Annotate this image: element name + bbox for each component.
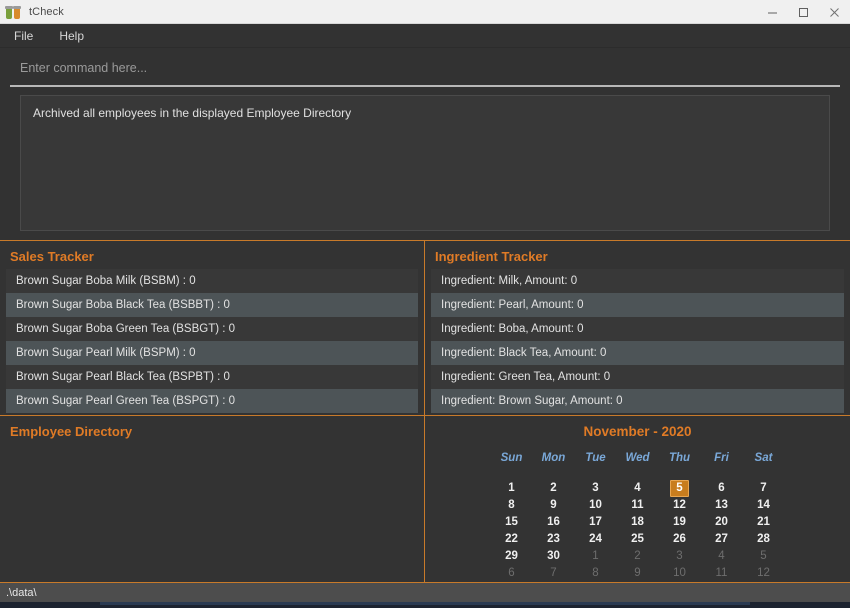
calendar-day[interactable]: 4 bbox=[701, 548, 743, 565]
menu-item-help[interactable]: Help bbox=[55, 27, 88, 45]
menu-item-file[interactable]: File bbox=[10, 27, 37, 45]
calendar-day[interactable]: 28 bbox=[743, 531, 785, 548]
title-bar-left: tCheck bbox=[0, 5, 64, 19]
list-item[interactable]: Brown Sugar Pearl Milk (BSPM) : 0 bbox=[6, 341, 418, 365]
calendar-day[interactable]: 14 bbox=[743, 497, 785, 514]
calendar-day[interactable]: 4 bbox=[617, 480, 659, 497]
calendar-day[interactable]: 21 bbox=[743, 514, 785, 531]
tracker-row: Sales Tracker Brown Sugar Boba Milk (BSB… bbox=[0, 241, 850, 415]
calendar-day[interactable]: 8 bbox=[491, 497, 533, 514]
calendar-day-header: Wed bbox=[625, 452, 650, 464]
desktop-taskbar bbox=[0, 602, 850, 608]
list-item[interactable]: Brown Sugar Pearl Green Tea (BSPGT) : 0 bbox=[6, 389, 418, 413]
calendar-day[interactable]: 9 bbox=[617, 565, 659, 582]
maximize-icon[interactable] bbox=[788, 0, 819, 24]
ingredient-tracker-title: Ingredient Tracker bbox=[435, 249, 548, 264]
calendar-day[interactable]: 3 bbox=[575, 480, 617, 497]
calendar-day[interactable]: 1 bbox=[575, 548, 617, 565]
calendar-day[interactable]: 29 bbox=[491, 548, 533, 565]
employee-directory-list[interactable] bbox=[0, 444, 424, 582]
calendar-day[interactable]: 25 bbox=[617, 531, 659, 548]
calendar-day[interactable]: 27 bbox=[701, 531, 743, 548]
calendar-day[interactable]: 19 bbox=[659, 514, 701, 531]
calendar-day[interactable]: 17 bbox=[575, 514, 617, 531]
taskbar-highlight bbox=[100, 602, 750, 605]
calendar-day[interactable]: 6 bbox=[491, 565, 533, 582]
result-text: Archived all employees in the displayed … bbox=[33, 106, 352, 120]
window-controls bbox=[757, 0, 850, 24]
sales-tracker-list[interactable]: Brown Sugar Boba Milk (BSBM) : 0 Brown Su… bbox=[0, 269, 424, 415]
calendar-day[interactable]: 22 bbox=[491, 531, 533, 548]
list-item[interactable]: Ingredient: Milk, Amount: 0 bbox=[431, 269, 844, 293]
panels-container: Sales Tracker Brown Sugar Boba Milk (BSB… bbox=[0, 240, 850, 582]
command-input[interactable] bbox=[10, 58, 840, 79]
calendar-day[interactable]: 11 bbox=[701, 565, 743, 582]
calendar-day-header: Sat bbox=[754, 452, 773, 464]
sales-tracker-title: Sales Tracker bbox=[10, 249, 94, 264]
calendar-day-header: Sun bbox=[500, 452, 523, 464]
calendar-day[interactable]: 15 bbox=[491, 514, 533, 531]
ingredient-tracker-list[interactable]: Ingredient: Milk, Amount: 0 Ingredient: P… bbox=[425, 269, 850, 415]
status-bar: .\data\ bbox=[0, 582, 850, 602]
calendar-day[interactable]: 10 bbox=[659, 565, 701, 582]
minimize-icon[interactable] bbox=[757, 0, 788, 24]
calendar-day-header: Mon bbox=[541, 452, 566, 464]
calendar-day[interactable]: 20 bbox=[701, 514, 743, 531]
list-item[interactable]: Ingredient: Black Tea, Amount: 0 bbox=[431, 341, 844, 365]
employee-directory-panel: Employee Directory bbox=[0, 416, 425, 582]
calendar-day[interactable]: 12 bbox=[659, 497, 701, 514]
directory-calendar-row: Employee Directory November - 2020 Sun Mo… bbox=[0, 415, 850, 582]
menu-bar: File Help bbox=[0, 24, 850, 48]
close-icon[interactable] bbox=[819, 0, 850, 24]
calendar-panel: November - 2020 Sun Mon Tue Wed Thu Fri Sat 1 2 3… bbox=[425, 416, 850, 582]
calendar-day[interactable]: 26 bbox=[659, 531, 701, 548]
boba-cups-icon bbox=[5, 5, 22, 19]
calendar-day[interactable]: 2 bbox=[617, 548, 659, 565]
calendar-grid[interactable]: Sun Mon Tue Wed Thu Fri Sat 1 2 3 4 5 6 7 8 9 10 11 12 13 14… bbox=[491, 452, 785, 582]
list-item[interactable]: Brown Sugar Boba Black Tea (BSBBT) : 0 bbox=[6, 293, 418, 317]
calendar-day[interactable]: 7 bbox=[533, 565, 575, 582]
calendar-day[interactable]: 23 bbox=[533, 531, 575, 548]
calendar-day[interactable]: 16 bbox=[533, 514, 575, 531]
calendar-day-header: Thu bbox=[668, 452, 691, 464]
window-title: tCheck bbox=[29, 5, 64, 18]
calendar-day[interactable]: 1 bbox=[491, 480, 533, 497]
calendar-day[interactable]: 30 bbox=[533, 548, 575, 565]
calendar-day[interactable]: 11 bbox=[617, 497, 659, 514]
command-area: Archived all employees in the displayed … bbox=[0, 48, 850, 231]
employee-directory-title: Employee Directory bbox=[10, 424, 133, 439]
calendar-day[interactable]: 8 bbox=[575, 565, 617, 582]
calendar-day-header: Fri bbox=[714, 452, 729, 464]
list-item[interactable]: Ingredient: Boba, Amount: 0 bbox=[431, 317, 844, 341]
calendar-day[interactable]: 3 bbox=[659, 548, 701, 565]
calendar-day[interactable]: 5 bbox=[743, 548, 785, 565]
calendar-day[interactable]: 6 bbox=[701, 480, 743, 497]
calendar-day[interactable]: 12 bbox=[743, 565, 785, 582]
calendar-day[interactable]: 2 bbox=[533, 480, 575, 497]
sales-tracker-panel: Sales Tracker Brown Sugar Boba Milk (BSB… bbox=[0, 241, 425, 415]
command-input-wrapper bbox=[10, 56, 840, 87]
list-item[interactable]: Ingredient: Green Tea, Amount: 0 bbox=[431, 365, 844, 389]
calendar-day[interactable]: 9 bbox=[533, 497, 575, 514]
calendar-day-selected[interactable]: 5 bbox=[659, 480, 701, 497]
status-bar-path: .\data\ bbox=[6, 586, 37, 599]
ingredient-tracker-panel: Ingredient Tracker Ingredient: Milk, Amo… bbox=[425, 241, 850, 415]
list-item[interactable]: Brown Sugar Boba Milk (BSBM) : 0 bbox=[6, 269, 418, 293]
calendar: November - 2020 Sun Mon Tue Wed Thu Fri Sat 1 2 3… bbox=[425, 416, 850, 582]
calendar-day[interactable]: 18 bbox=[617, 514, 659, 531]
calendar-day[interactable]: 13 bbox=[701, 497, 743, 514]
calendar-title: November - 2020 bbox=[583, 424, 692, 439]
list-item[interactable]: Brown Sugar Boba Green Tea (BSBGT) : 0 bbox=[6, 317, 418, 341]
list-item[interactable]: Ingredient: Pearl, Amount: 0 bbox=[431, 293, 844, 317]
calendar-day-header: Tue bbox=[585, 452, 606, 464]
result-display-box: Archived all employees in the displayed … bbox=[20, 95, 830, 231]
calendar-day[interactable]: 24 bbox=[575, 531, 617, 548]
calendar-day[interactable]: 10 bbox=[575, 497, 617, 514]
application-window: tCheck File Help Archived all employees … bbox=[0, 0, 850, 602]
list-item[interactable]: Ingredient: Brown Sugar, Amount: 0 bbox=[431, 389, 844, 413]
list-item[interactable]: Brown Sugar Pearl Black Tea (BSPBT) : 0 bbox=[6, 365, 418, 389]
calendar-day[interactable]: 7 bbox=[743, 480, 785, 497]
title-bar: tCheck bbox=[0, 0, 850, 24]
